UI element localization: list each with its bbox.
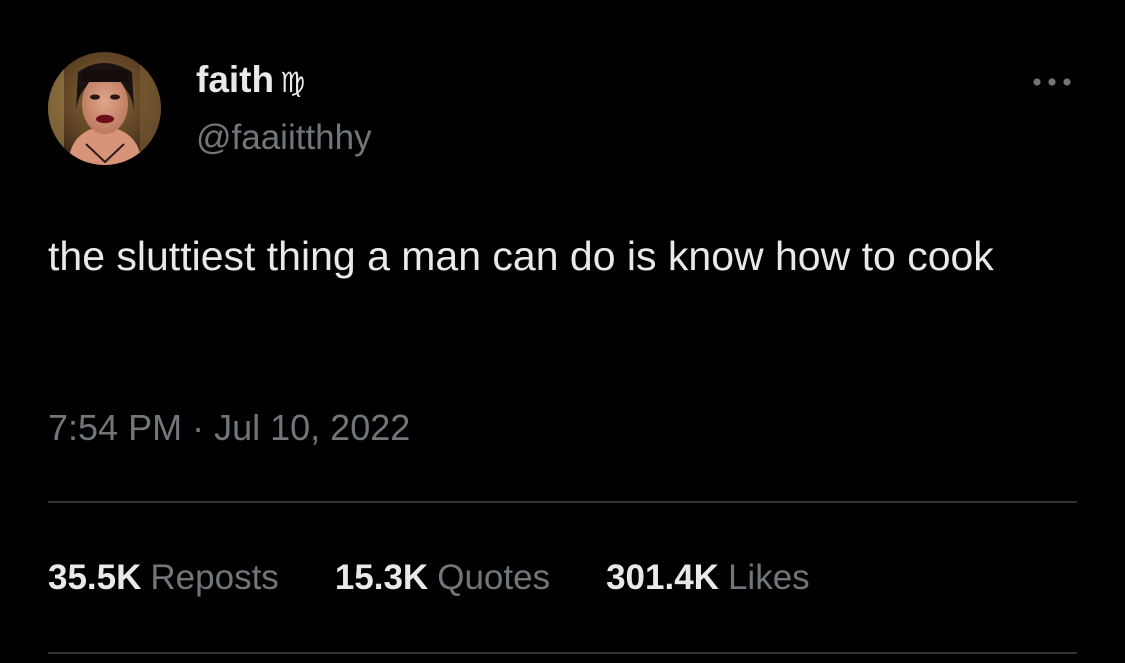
tweet-text: the sluttiest thing a man can do is know… (48, 233, 994, 279)
avatar-image (48, 52, 161, 165)
timestamp-date[interactable]: Jul 10, 2022 (214, 407, 410, 448)
reposts-stat[interactable]: 35.5K Reposts (48, 558, 279, 598)
avatar[interactable] (48, 52, 161, 165)
timestamp-separator: · (192, 407, 205, 448)
engagement-stats: 35.5K Reposts 15.3K Quotes 301.4K Likes (48, 553, 866, 603)
likes-stat[interactable]: 301.4K Likes (606, 558, 810, 598)
virgo-zodiac-icon: ♍ (280, 66, 306, 99)
quotes-label: Quotes (437, 558, 551, 597)
divider (48, 652, 1077, 654)
reposts-label: Reposts (150, 558, 279, 597)
quotes-stat[interactable]: 15.3K Quotes (335, 558, 550, 598)
more-horizontal-icon (1033, 78, 1071, 86)
likes-count: 301.4K (606, 558, 719, 597)
tweet-timestamp: 7:54 PM · Jul 10, 2022 (48, 403, 410, 453)
reposts-count: 35.5K (48, 558, 142, 597)
timestamp-time[interactable]: 7:54 PM (48, 407, 182, 448)
display-name-text: faith (196, 59, 275, 100)
author-handle[interactable]: @faaiitthhy (196, 116, 372, 160)
quotes-count: 15.3K (334, 558, 429, 597)
more-options-button[interactable] (1030, 70, 1074, 94)
divider (48, 501, 1077, 503)
tweet-card: faith ♍ @faaiitthhy the sluttiest thing a… (0, 0, 1125, 663)
likes-label: Likes (727, 558, 810, 597)
author-display-name[interactable]: faith ♍ (196, 58, 305, 105)
